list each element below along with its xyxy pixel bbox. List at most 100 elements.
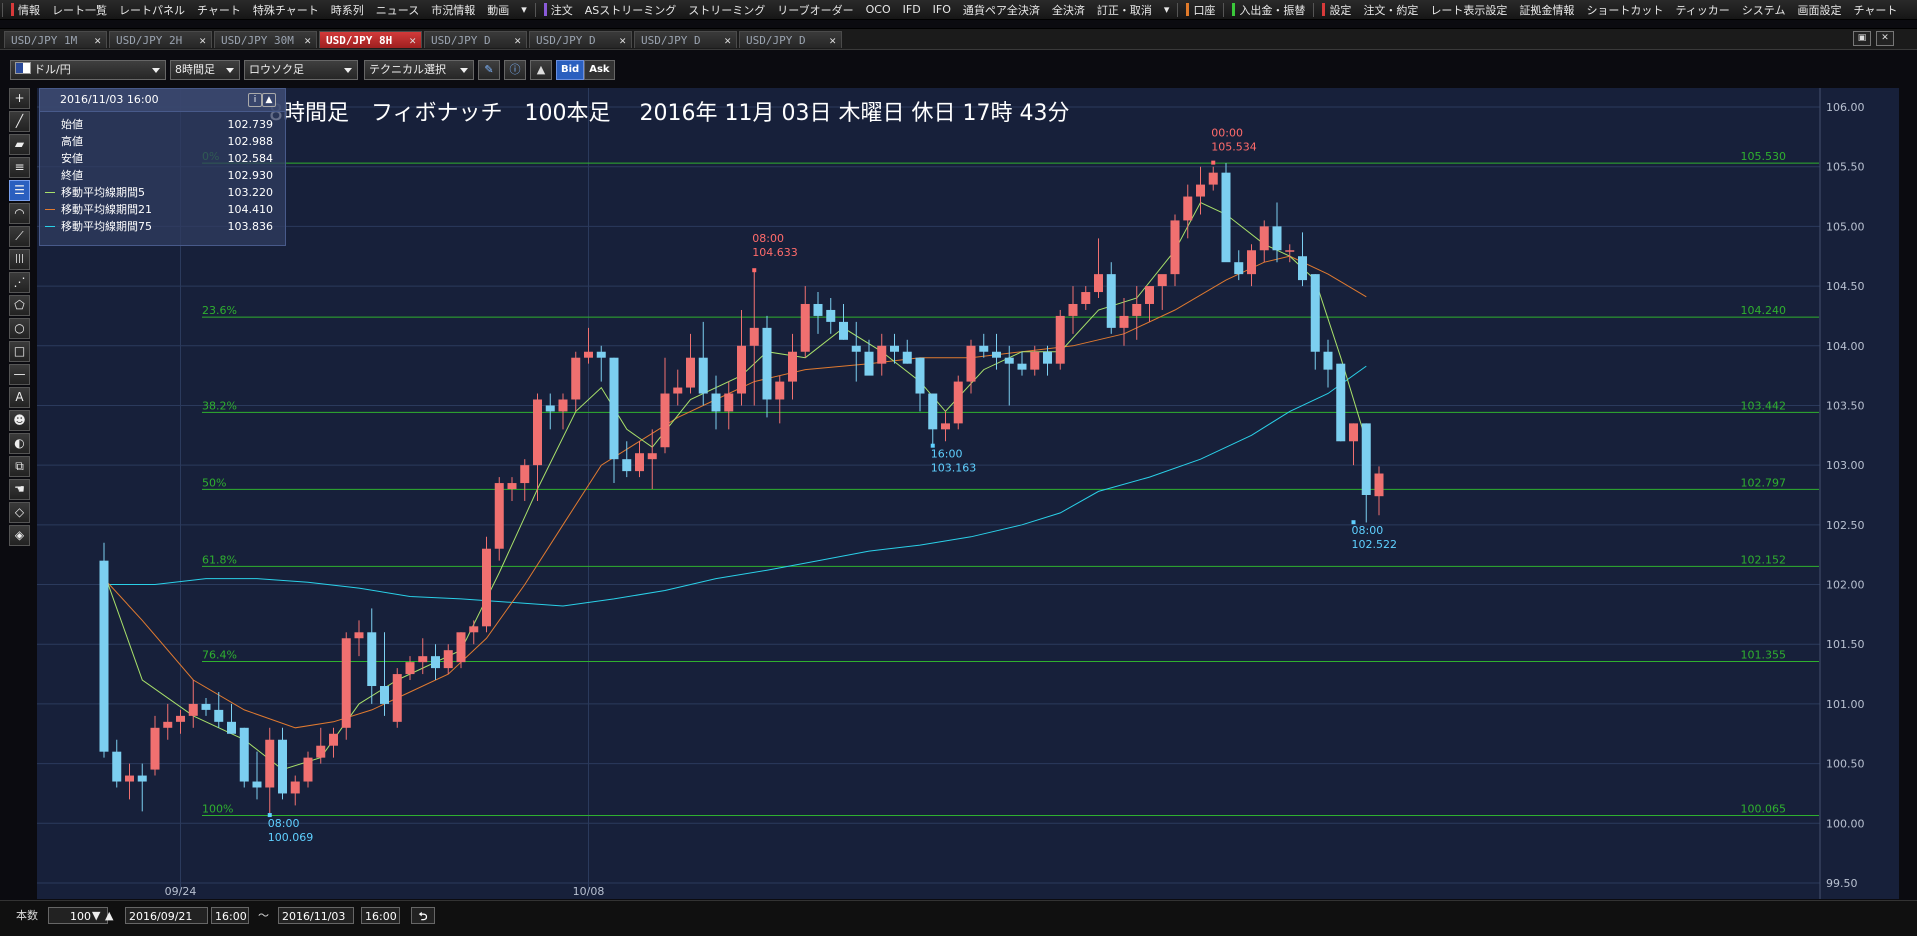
close-window-icon[interactable]: ✕ bbox=[1876, 31, 1894, 46]
info-icon[interactable]: i bbox=[248, 93, 262, 107]
menu-item[interactable]: OCO bbox=[860, 0, 897, 19]
menu-item[interactable]: 画面設定 bbox=[1791, 0, 1847, 19]
menu-item[interactable]: 訂正・取消 bbox=[1091, 0, 1158, 19]
menu-item[interactable]: ショートカット bbox=[1580, 0, 1669, 19]
bars-down-icon[interactable]: ▼ bbox=[92, 907, 100, 924]
tab-chart[interactable]: USD/JPY D ✕ bbox=[529, 31, 632, 48]
tab-chart[interactable]: USD/JPY 8H ✕ bbox=[319, 31, 422, 48]
close-tab-icon[interactable]: ✕ bbox=[619, 32, 626, 49]
tab-chart[interactable]: USD/JPY 2H ✕ bbox=[109, 31, 212, 48]
eraser-icon[interactable]: ◇ bbox=[9, 502, 30, 523]
collapse-icon[interactable]: ▲ bbox=[262, 93, 276, 107]
menu-item[interactable]: ニュース bbox=[370, 0, 425, 19]
ruler-icon[interactable]: ▰ bbox=[9, 134, 30, 155]
hline-icon[interactable]: ≡ bbox=[9, 157, 30, 178]
refresh-icon[interactable]: ⮌ bbox=[411, 907, 435, 924]
fib-arc-icon[interactable]: ◠ bbox=[9, 203, 30, 224]
menu-item[interactable]: 動画 bbox=[481, 0, 515, 19]
menu-item[interactable]: IFO bbox=[927, 0, 957, 19]
mountain-chart-icon[interactable]: ▲ bbox=[530, 60, 552, 80]
text-icon[interactable]: A bbox=[9, 387, 30, 408]
from-time-input[interactable]: 16:00 bbox=[211, 907, 249, 924]
hbar-icon[interactable]: — bbox=[9, 364, 30, 385]
close-tab-icon[interactable]: ✕ bbox=[409, 32, 416, 49]
menu-item-label: 時系列 bbox=[330, 3, 364, 17]
close-tab-icon[interactable]: ✕ bbox=[829, 32, 836, 49]
from-date-input[interactable]: 2016/09/21 bbox=[125, 907, 208, 924]
bars-up-icon[interactable]: ▲ bbox=[105, 907, 113, 924]
chart-type-select[interactable]: ロウソク足 bbox=[244, 60, 358, 80]
restore-window-icon[interactable]: ▣ bbox=[1853, 31, 1871, 46]
close-tab-icon[interactable]: ✕ bbox=[199, 32, 206, 49]
circle-icon[interactable]: ○ bbox=[9, 318, 30, 339]
price-axis-label: 104.50 bbox=[1826, 280, 1865, 293]
palette-icon[interactable]: ◐ bbox=[9, 433, 30, 454]
eraser-all-icon[interactable]: ◈ bbox=[9, 525, 30, 546]
close-tab-icon[interactable]: ✕ bbox=[94, 32, 101, 49]
copy-icon[interactable]: ⧉ bbox=[9, 456, 30, 477]
tab-chart[interactable]: USD/JPY D ✕ bbox=[634, 31, 737, 48]
fan-icon[interactable]: ⟋ bbox=[9, 226, 30, 247]
tab-chart[interactable]: USD/JPY D ✕ bbox=[424, 31, 527, 48]
pitchfork-icon[interactable]: ⋰ bbox=[9, 272, 30, 293]
menu-item[interactable]: 口座 bbox=[1180, 0, 1221, 19]
menu-item[interactable]: 設定 bbox=[1316, 0, 1357, 19]
menu-item[interactable]: 全決済 bbox=[1046, 0, 1091, 19]
menu-item[interactable]: 特殊チャート bbox=[247, 0, 325, 19]
menu-item[interactable]: 時系列 bbox=[325, 0, 370, 19]
technical-select[interactable]: テクニカル選択 bbox=[364, 60, 474, 80]
vlines-icon[interactable]: ||| bbox=[9, 249, 30, 270]
menu-item[interactable]: チャート bbox=[1847, 0, 1903, 19]
menu-item[interactable]: 注文・約定 bbox=[1357, 0, 1424, 19]
menu-item[interactable]: ストリーミング bbox=[682, 0, 771, 19]
close-tab-icon[interactable]: ✕ bbox=[724, 32, 731, 49]
chart-area[interactable]: 106.00 105.50 105.00 104.50 104.00 103.50 103.… bbox=[37, 88, 1899, 899]
pen-icon[interactable]: ✎ bbox=[478, 60, 500, 80]
menu-item-label: 情報 bbox=[18, 3, 40, 17]
menu-item[interactable]: ▾ bbox=[515, 0, 533, 19]
timeframe-select[interactable]: 8時間足 bbox=[170, 60, 240, 80]
info-icon[interactable]: ⓘ bbox=[504, 60, 526, 80]
menu-item[interactable]: ASストリーミング bbox=[579, 0, 683, 19]
menu-item-label: 口座 bbox=[1193, 3, 1216, 17]
menu-item[interactable]: 通貨ペア全決済 bbox=[957, 0, 1046, 19]
menu-item[interactable]: 入出金・振替 bbox=[1226, 0, 1311, 19]
candle-body bbox=[1336, 363, 1346, 442]
rect-icon[interactable]: □ bbox=[9, 341, 30, 362]
menu-item[interactable]: 市況情報 bbox=[425, 0, 481, 19]
to-date-input[interactable]: 2016/11/03 bbox=[278, 907, 354, 924]
menu-item[interactable]: レート一覧 bbox=[46, 0, 113, 19]
menu-item[interactable]: ▾ bbox=[1158, 0, 1176, 19]
fibonacci-price-label: 102.797 bbox=[1741, 476, 1787, 489]
to-time-input[interactable]: 16:00 bbox=[361, 907, 400, 924]
menu-item[interactable]: 証拠金情報 bbox=[1513, 0, 1580, 19]
menu-item[interactable]: リーブオーダー bbox=[771, 0, 859, 19]
menu-item[interactable]: レート表示設定 bbox=[1424, 0, 1513, 19]
menu-item-label: チャート bbox=[1853, 3, 1898, 17]
candle-body bbox=[533, 399, 542, 466]
tab-chart[interactable]: USD/JPY D ✕ bbox=[739, 31, 842, 48]
candle-body bbox=[915, 357, 925, 394]
menu-item[interactable]: ティッカー bbox=[1669, 0, 1735, 19]
close-tab-icon[interactable]: ✕ bbox=[514, 32, 521, 49]
menu-item[interactable]: システム bbox=[1736, 0, 1792, 19]
crosshair-icon[interactable]: + bbox=[9, 88, 30, 109]
pentagon-icon[interactable]: ⬠ bbox=[9, 295, 30, 316]
menu-item[interactable]: チャート bbox=[191, 0, 247, 19]
menu-item[interactable]: レートパネル bbox=[113, 0, 191, 19]
tab-chart[interactable]: USD/JPY 30M ✕ bbox=[214, 31, 317, 48]
menu-item[interactable]: 注文 bbox=[538, 0, 579, 19]
candle-body bbox=[953, 381, 963, 424]
candle-body bbox=[443, 650, 453, 669]
tab-chart[interactable]: USD/JPY 1M ✕ bbox=[4, 31, 107, 48]
stamp-icon[interactable]: ☻ bbox=[9, 410, 30, 431]
hand-icon[interactable]: ☚ bbox=[9, 479, 30, 500]
menu-item[interactable]: IFD bbox=[897, 0, 927, 19]
close-tab-icon[interactable]: ✕ bbox=[304, 32, 311, 49]
ask-button[interactable]: Ask bbox=[584, 60, 615, 80]
fibonacci-icon[interactable]: ☰ bbox=[9, 180, 30, 201]
menu-item[interactable]: 情報 bbox=[5, 0, 46, 19]
currency-pair-select[interactable]: ドル/円 bbox=[10, 60, 166, 80]
line-icon[interactable]: ╱ bbox=[9, 111, 30, 132]
bid-button[interactable]: Bid bbox=[556, 60, 585, 80]
